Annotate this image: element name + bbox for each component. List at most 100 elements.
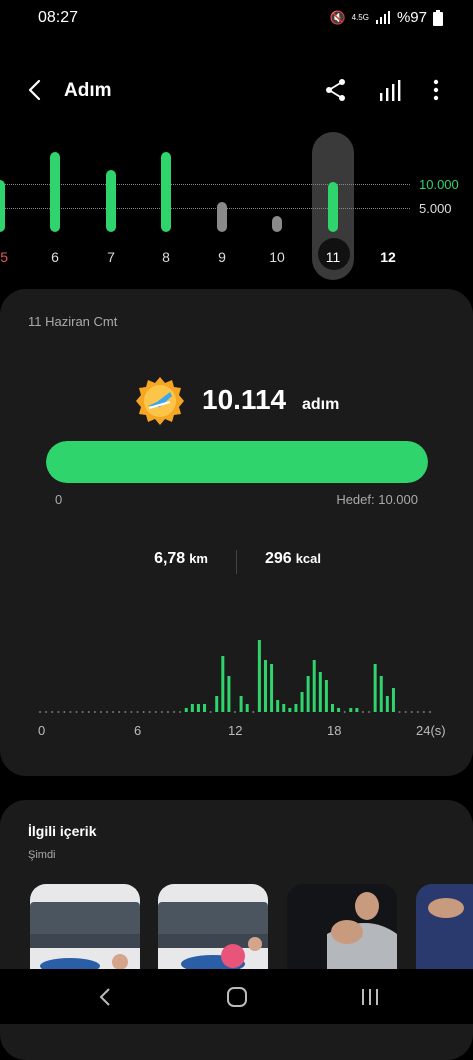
day-bar-11[interactable] xyxy=(328,182,338,232)
hour-bar xyxy=(270,664,274,712)
hour-dot xyxy=(45,711,48,713)
network-label: 4.5G xyxy=(351,13,369,22)
goal-progress-fill xyxy=(46,441,428,483)
hour-dot xyxy=(130,711,133,713)
hour-dot xyxy=(124,711,127,713)
hour-dot xyxy=(118,711,121,713)
hour-dot xyxy=(410,711,413,713)
distance-stat: 6,78 km xyxy=(154,550,208,568)
ref-line-high xyxy=(0,184,410,185)
calories-value: 296 xyxy=(265,550,292,567)
hour-bar xyxy=(300,692,304,712)
hour-bar xyxy=(331,704,334,712)
hour-label: 0 xyxy=(38,723,46,738)
chart-icon[interactable] xyxy=(377,76,405,104)
hour-label: 18 xyxy=(327,723,342,738)
hour-label: 12 xyxy=(228,723,243,738)
hour-bar xyxy=(227,676,231,712)
hour-dot xyxy=(51,711,54,713)
hour-bar xyxy=(318,672,322,712)
progress-start-label: 0 xyxy=(55,492,63,507)
hour-dot xyxy=(160,711,163,713)
status-icons: 🔇 4.5G %97 xyxy=(329,9,443,26)
hour-label: 24(s) xyxy=(416,723,446,738)
hour-bar xyxy=(312,660,316,712)
day-bar-9[interactable] xyxy=(217,201,227,232)
distance-unit: km xyxy=(189,551,208,566)
hour-bar xyxy=(282,704,286,712)
step-unit: adım xyxy=(302,396,340,413)
share-icon[interactable] xyxy=(322,76,350,104)
nav-home-icon[interactable] xyxy=(225,985,249,1009)
hour-dot xyxy=(63,711,66,713)
day-label-11[interactable]: 11 xyxy=(318,249,348,265)
hour-bar xyxy=(257,640,261,712)
mute-icon: 🔇 xyxy=(329,9,346,25)
hour-bar xyxy=(196,704,200,712)
hour-dot xyxy=(368,711,371,713)
hour-dot xyxy=(69,711,72,713)
hour-bar xyxy=(263,660,267,712)
back-icon[interactable] xyxy=(22,76,50,104)
hour-dot xyxy=(234,711,236,713)
hourly-chart xyxy=(39,640,431,713)
navigation-bar xyxy=(0,969,473,1024)
summary-date: 11 Haziran Cmt xyxy=(28,314,118,329)
hour-dot xyxy=(416,711,419,713)
hour-dot xyxy=(343,711,346,713)
status-time: 08:27 xyxy=(38,9,79,26)
hour-label: 6 xyxy=(134,723,142,738)
ref-line-low xyxy=(0,208,410,209)
day-label-12[interactable]: 12 xyxy=(373,249,403,265)
day-label-5[interactable]: 5 xyxy=(0,249,8,265)
hour-dot xyxy=(209,711,212,713)
hour-bar xyxy=(379,676,383,712)
hour-bar xyxy=(245,704,249,712)
day-label-6[interactable]: 6 xyxy=(40,249,70,265)
day-label-10[interactable]: 10 xyxy=(262,249,292,265)
signal-icon xyxy=(375,10,390,24)
calories-unit: kcal xyxy=(295,551,322,566)
hour-bar xyxy=(349,708,353,712)
goal-label: Hedef: 10.000 xyxy=(336,492,418,507)
hour-bar xyxy=(306,676,310,712)
more-options-icon[interactable] xyxy=(422,76,450,104)
hour-bar xyxy=(391,688,395,712)
hour-bar xyxy=(276,700,280,712)
hour-dot xyxy=(148,711,151,713)
ref-value-high: 10.000 xyxy=(419,177,459,192)
hour-bar xyxy=(288,708,292,712)
hour-bar xyxy=(355,708,359,712)
hour-dot xyxy=(142,711,145,713)
day-bar-10[interactable] xyxy=(272,216,282,232)
hour-dot xyxy=(361,711,364,713)
day-bar-7[interactable] xyxy=(106,169,116,232)
day-label-7[interactable]: 7 xyxy=(96,249,126,265)
nav-recents-icon[interactable] xyxy=(358,985,382,1009)
page-title: Adım xyxy=(64,80,112,101)
hour-bar xyxy=(215,696,219,712)
day-bar-6[interactable] xyxy=(50,152,60,232)
hour-dot xyxy=(173,711,176,713)
hour-dot xyxy=(99,711,102,713)
related-title: İlgili içerik xyxy=(28,823,97,839)
hour-dot xyxy=(87,711,90,713)
hour-dot xyxy=(75,711,78,713)
ref-value-low: 5.000 xyxy=(419,201,452,216)
nav-back-icon[interactable] xyxy=(94,985,118,1009)
calories-stat: 296 kcal xyxy=(265,550,321,568)
hour-bar xyxy=(385,696,389,712)
hour-dot xyxy=(404,711,407,713)
hour-bar xyxy=(294,704,298,712)
day-label-8[interactable]: 8 xyxy=(151,249,181,265)
hour-dot xyxy=(166,711,169,713)
hour-bar xyxy=(324,680,328,712)
hour-bar xyxy=(239,696,243,712)
hour-bar xyxy=(190,704,194,712)
day-bar-8[interactable] xyxy=(161,152,171,232)
day-bar-5[interactable] xyxy=(0,180,5,232)
step-count: 10.114 xyxy=(202,384,287,415)
hour-dot xyxy=(39,711,41,713)
status-bar: 08:27 🔇 4.5G %97 xyxy=(0,0,473,36)
day-label-9[interactable]: 9 xyxy=(207,249,237,265)
